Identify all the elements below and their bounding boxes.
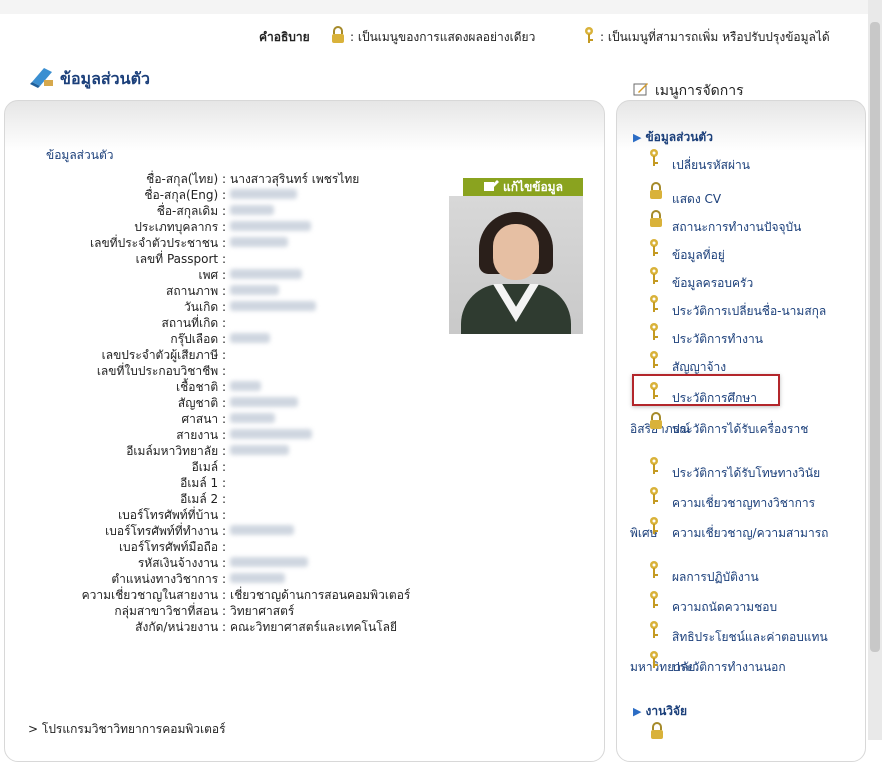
menu-item-label: แสดง CV: [672, 192, 722, 206]
info-value: [230, 554, 308, 568]
info-value: [230, 330, 270, 344]
lock-icon: [330, 26, 346, 47]
menu-item-label: สถานะการทำงานปัจจุบัน: [672, 220, 802, 234]
redacted-value: [230, 236, 288, 247]
redacted-value: [230, 428, 312, 439]
menu-item-label: ประวัติการได้รับเครื่องราช: [672, 422, 809, 436]
redacted-value: [230, 300, 316, 311]
lock-icon: [648, 182, 664, 203]
redacted-value: [230, 572, 285, 583]
key-icon: [648, 560, 660, 583]
scrollbar-thumb[interactable]: [870, 22, 880, 652]
menu-item-label: ประวัติการทำงานนอก: [672, 660, 786, 674]
breadcrumb-personal-info[interactable]: ข้อมูลส่วนตัว: [46, 146, 113, 165]
menu-item-label: ข้อมูลครอบครัว: [672, 276, 754, 290]
redacted-value: [230, 268, 302, 279]
info-value: [230, 218, 311, 232]
edit-list-icon: [633, 82, 649, 100]
info-value: [230, 394, 298, 408]
legend-key-text: : เป็นเมนูที่สามารถเพิ่ม หรือปรับปรุงข้อ…: [600, 30, 830, 44]
info-value: [230, 282, 279, 296]
info-value: [230, 186, 297, 200]
edit-profile-button[interactable]: แก้ไขข้อมูล: [463, 178, 583, 196]
edit-icon: [483, 179, 500, 195]
legend-title: คำอธิบาย: [259, 30, 310, 44]
key-icon: [648, 620, 660, 643]
info-value: [230, 426, 312, 440]
edit-profile-label: แก้ไขข้อมูล: [503, 179, 563, 194]
info-value: [230, 202, 274, 216]
menu-item-label: ความเชี่ยวชาญ/ความสามารถ: [672, 526, 829, 540]
key-icon: [648, 350, 660, 373]
menu-group-research-label: งานวิจัย: [645, 704, 688, 718]
partial-lock-icon: [649, 722, 665, 744]
menu-group-personal-label: ข้อมูลส่วนตัว: [645, 130, 713, 144]
redacted-value: [230, 412, 275, 423]
menu-group-research[interactable]: ▶ งานวิจัย: [633, 702, 687, 721]
menu-item[interactable]: ประวัติการได้รับเครื่องราช อิสริยาภรณ์: [630, 412, 855, 439]
redacted-value: [230, 380, 261, 391]
key-icon: [648, 486, 660, 509]
menu-item-label: ข้อมูลที่อยู่: [672, 248, 725, 262]
menu-item-label: ประวัติการเปลี่ยนชื่อ-นามสกุล: [672, 304, 827, 318]
key-icon: [648, 590, 660, 613]
redacted-value: [230, 220, 311, 231]
legend-bar: คำอธิบาย : เป็นเมนูของการแสดงผลอย่างเดีย…: [0, 26, 860, 46]
menu-item[interactable]: ความเชี่ยวชาญ/ความสามารถ พิเศษ: [630, 517, 855, 543]
redacted-value: [230, 556, 308, 567]
info-value: [230, 442, 289, 456]
triangle-icon: ▶: [633, 131, 642, 144]
profile-photo: [449, 196, 583, 334]
lock-icon: [648, 412, 664, 433]
redacted-value: [230, 444, 289, 455]
key-icon: [648, 294, 660, 317]
menu-item-label: ประวัติการได้รับโทษทางวินัย: [672, 466, 821, 480]
redacted-value: [230, 284, 279, 295]
program-line: > โปรแกรมวิชาวิทยาการคอมพิวเตอร์: [28, 722, 226, 736]
section-icon: [30, 66, 54, 92]
key-icon: [648, 238, 660, 261]
highlight-education: [632, 374, 780, 406]
redacted-value: [230, 332, 270, 343]
triangle-icon: ▶: [633, 705, 642, 718]
key-icon: [648, 650, 660, 673]
lock-icon: [648, 210, 664, 231]
info-value: [230, 378, 261, 392]
key-icon: [648, 148, 660, 171]
scrollbar[interactable]: [868, 0, 882, 740]
page-title: ข้อมูลส่วนตัว: [30, 66, 150, 92]
menu-item-label: ผลการปฏิบัติงาน: [672, 570, 759, 584]
menu-item-label: ความเชี่ยวชาญทางวิชาการ: [672, 496, 816, 510]
redacted-value: [230, 204, 274, 215]
info-value: [230, 234, 288, 248]
top-strip: [0, 0, 882, 14]
menu-item-label: เปลี่ยนรหัสผ่าน: [672, 158, 750, 172]
redacted-value: [230, 396, 298, 407]
info-value: [230, 410, 275, 424]
legend-lock-text: : เป็นเมนูของการแสดงผลอย่างเดียว: [350, 30, 536, 44]
key-icon: [648, 322, 660, 345]
menu-item-label: ความถนัดความชอบ: [672, 600, 778, 614]
key-icon: [583, 26, 595, 47]
menu-title: เมนูการจัดการ: [633, 80, 744, 102]
redacted-value: [230, 524, 294, 535]
menu-title-text: เมนูการจัดการ: [655, 83, 744, 99]
key-icon: [648, 266, 660, 289]
section-title: ข้อมูลส่วนตัว: [60, 68, 150, 88]
info-value: [230, 298, 316, 312]
key-icon: [648, 456, 660, 479]
info-label: สังกัด/หน่วยงาน :: [135, 620, 226, 634]
info-value: [230, 266, 302, 280]
info-value: คณะวิทยาศาสตร์และเทคโนโลยี: [230, 620, 397, 634]
menu-group-personal[interactable]: ▶ ข้อมูลส่วนตัว: [633, 128, 713, 147]
redacted-value: [230, 188, 297, 199]
info-value: [230, 570, 285, 584]
info-value: [230, 522, 294, 536]
menu-item-label: สิทธิประโยชน์และค่าตอบแทน: [672, 630, 828, 644]
menu-item-label: ประวัติการทำงาน: [672, 332, 763, 346]
key-icon: [648, 516, 660, 539]
menu-item[interactable]: ประวัติการทำงานนอก มหาวิทยาลัย: [630, 651, 855, 677]
